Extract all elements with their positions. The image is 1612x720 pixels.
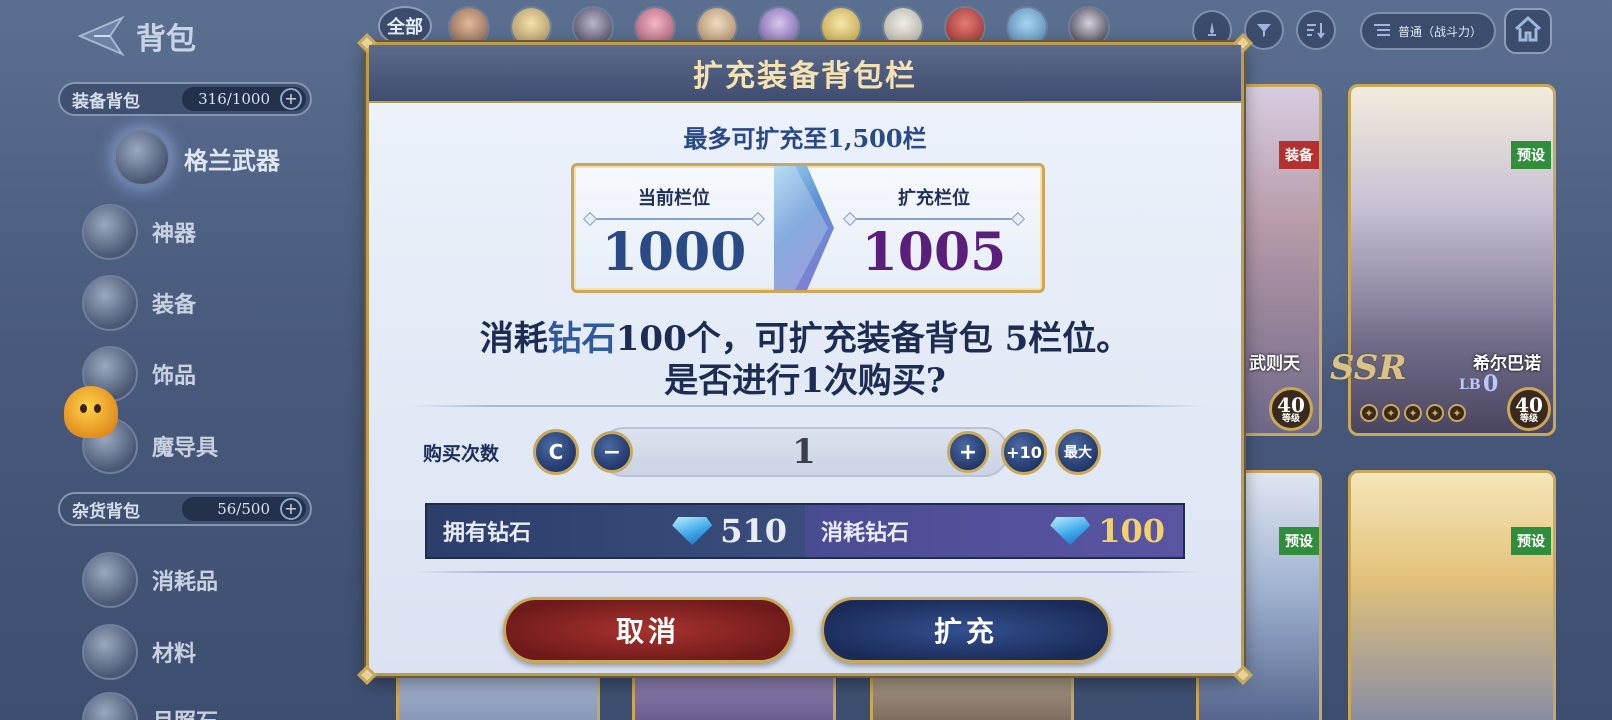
owned-diamonds-amount: 510 <box>672 505 787 557</box>
equip-bag-count-text: 316/1000 <box>198 90 270 108</box>
sidebar-item-artifact[interactable]: 神器 <box>82 204 196 260</box>
misc-bag-count-text: 56/500 <box>217 500 270 518</box>
sidebar-item-label: 消耗品 <box>152 569 219 595</box>
card-lb-label: LB <box>1459 377 1481 393</box>
current-slot-label: 当前栏位 <box>638 188 710 209</box>
home-button[interactable] <box>1504 8 1552 54</box>
cost-diamonds-amount: 100 <box>1050 505 1165 557</box>
cost-diamonds-value: 100 <box>1098 512 1165 550</box>
sidebar-item-label: 装备 <box>152 292 197 318</box>
card-status-badge: 预设 <box>1279 527 1319 555</box>
max-count-button[interactable]: 最大 <box>1055 429 1101 475</box>
artifact-icon <box>82 204 138 260</box>
home-icon <box>1513 15 1543 47</box>
gran-weapon-icon <box>114 130 170 186</box>
star-icon: ✦ <box>1404 404 1422 422</box>
card-star-rating: ✦ ✦ ✦ ✦ ✦ <box>1360 404 1466 426</box>
cost-diamonds-label: 消耗钻石 <box>821 520 910 546</box>
owned-diamonds: 拥有钻石 510 <box>427 505 805 557</box>
card-level-label: 等级 <box>1281 413 1300 424</box>
sort-order-icon[interactable] <box>1296 10 1336 50</box>
sidebar-item-moonstone[interactable]: 月照石 <box>82 692 218 720</box>
cost-diamonds: 消耗钻石 100 <box>805 505 1183 557</box>
dialog-title: 扩充装备背包栏 <box>369 45 1241 103</box>
slime-mascot-icon <box>64 386 118 438</box>
sidebar-item-label: 月照石 <box>152 704 218 720</box>
card-level-value: 40 <box>1515 392 1543 417</box>
equip-bag-count: 316/1000 + <box>182 87 306 111</box>
equip-bag-header: 装备背包 316/1000 + <box>58 82 312 116</box>
item-card[interactable]: 预设 <box>1348 470 1556 720</box>
star-icon: ✦ <box>1360 404 1378 422</box>
diamond-icon <box>672 517 713 545</box>
sidebar-item-label: 饰品 <box>152 363 197 389</box>
expand-slot-label: 扩充栏位 <box>898 188 970 209</box>
purchase-count-label: 购买次数 <box>423 443 500 465</box>
diamond-icon <box>1050 517 1091 545</box>
ornament-divider <box>849 218 1019 220</box>
moonstone-icon <box>82 692 138 720</box>
arrow-highlight <box>774 166 828 290</box>
back-button[interactable]: 背包 <box>74 14 196 58</box>
card-character-name: 武则天 <box>1249 354 1300 374</box>
sort-list-icon <box>1373 23 1390 40</box>
sidebar-item-consumable[interactable]: 消耗品 <box>82 552 218 608</box>
sidebar-item-label: 材料 <box>152 641 197 667</box>
cost-message-line2: 是否进行1次购买? <box>664 361 946 401</box>
sidebar-item-label: 魔导具 <box>152 435 219 461</box>
equip-bag-expand-plus-icon[interactable]: + <box>280 88 302 110</box>
expand-slot-value: 1005 <box>861 222 1007 283</box>
filter-all-tab[interactable]: 全部 <box>378 6 432 46</box>
page-title: 背包 <box>136 22 196 57</box>
misc-bag-count: 56/500 + <box>182 497 306 521</box>
misc-bag-header: 杂货背包 56/500 + <box>58 492 312 526</box>
card-level-badge: 40 等级 <box>1507 387 1551 431</box>
owned-diamonds-label: 拥有钻石 <box>443 520 532 546</box>
card-level-badge: 40 等级 <box>1269 387 1313 431</box>
expand-bag-dialog: 扩充装备背包栏 最多可扩充至1,500栏 当前栏位 1000 扩充栏位 1005… <box>357 33 1253 685</box>
star-icon: ✦ <box>1382 404 1400 422</box>
card-rarity-ssr: SSR <box>1330 348 1407 388</box>
card-level-value: 40 <box>1277 392 1305 417</box>
misc-bag-label: 杂货背包 <box>72 501 140 522</box>
expand-slot-column: 扩充栏位 1005 <box>834 166 1034 290</box>
expand-confirm-button[interactable]: 扩充 <box>821 597 1111 663</box>
current-slot-column: 当前栏位 1000 <box>574 166 774 290</box>
clear-count-button[interactable]: C <box>533 429 579 475</box>
back-arrow-icon <box>77 15 125 57</box>
sort-mode-label: 普通（战斗力） <box>1397 24 1482 39</box>
diamond-summary-bar: 拥有钻石 510 消耗钻石 100 <box>425 503 1185 559</box>
star-icon: ✦ <box>1448 404 1466 422</box>
card-status-badge: 装备 <box>1279 141 1319 169</box>
sidebar-item-gran-weapon[interactable]: 格兰武器 <box>114 130 280 186</box>
misc-bag-expand-plus-icon[interactable]: + <box>280 498 302 520</box>
card-status-badge: 预设 <box>1511 141 1551 169</box>
sidebar-item-label: 格兰武器 <box>184 145 280 175</box>
divider <box>413 405 1203 407</box>
plus-ten-button[interactable]: +10 <box>1001 429 1047 475</box>
card-status-badge: 预设 <box>1511 527 1551 555</box>
card-lb-value: 0 <box>1483 371 1499 397</box>
owned-diamonds-value: 510 <box>720 512 787 550</box>
current-slot-value: 1000 <box>601 222 747 283</box>
sidebar-item-equipment[interactable]: 装备 <box>82 275 196 331</box>
material-icon <box>82 624 138 680</box>
sidebar-item-label: 神器 <box>152 221 197 247</box>
cancel-button[interactable]: 取消 <box>503 597 793 663</box>
slot-comparison-panel: 当前栏位 1000 扩充栏位 1005 <box>571 163 1045 293</box>
sort-mode-dropdown[interactable]: 普通（战斗力） <box>1360 12 1496 50</box>
sidebar-item-material[interactable]: 材料 <box>82 624 196 680</box>
ornament-divider <box>589 218 759 220</box>
divider <box>413 571 1203 573</box>
card-level-label: 等级 <box>1519 413 1538 424</box>
max-expand-note: 最多可扩充至1,500栏 <box>683 124 927 153</box>
increase-count-button[interactable]: + <box>947 431 989 473</box>
equipment-icon <box>82 275 138 331</box>
consumable-icon <box>82 552 138 608</box>
equip-bag-label: 装备背包 <box>72 91 140 112</box>
star-icon: ✦ <box>1426 404 1444 422</box>
